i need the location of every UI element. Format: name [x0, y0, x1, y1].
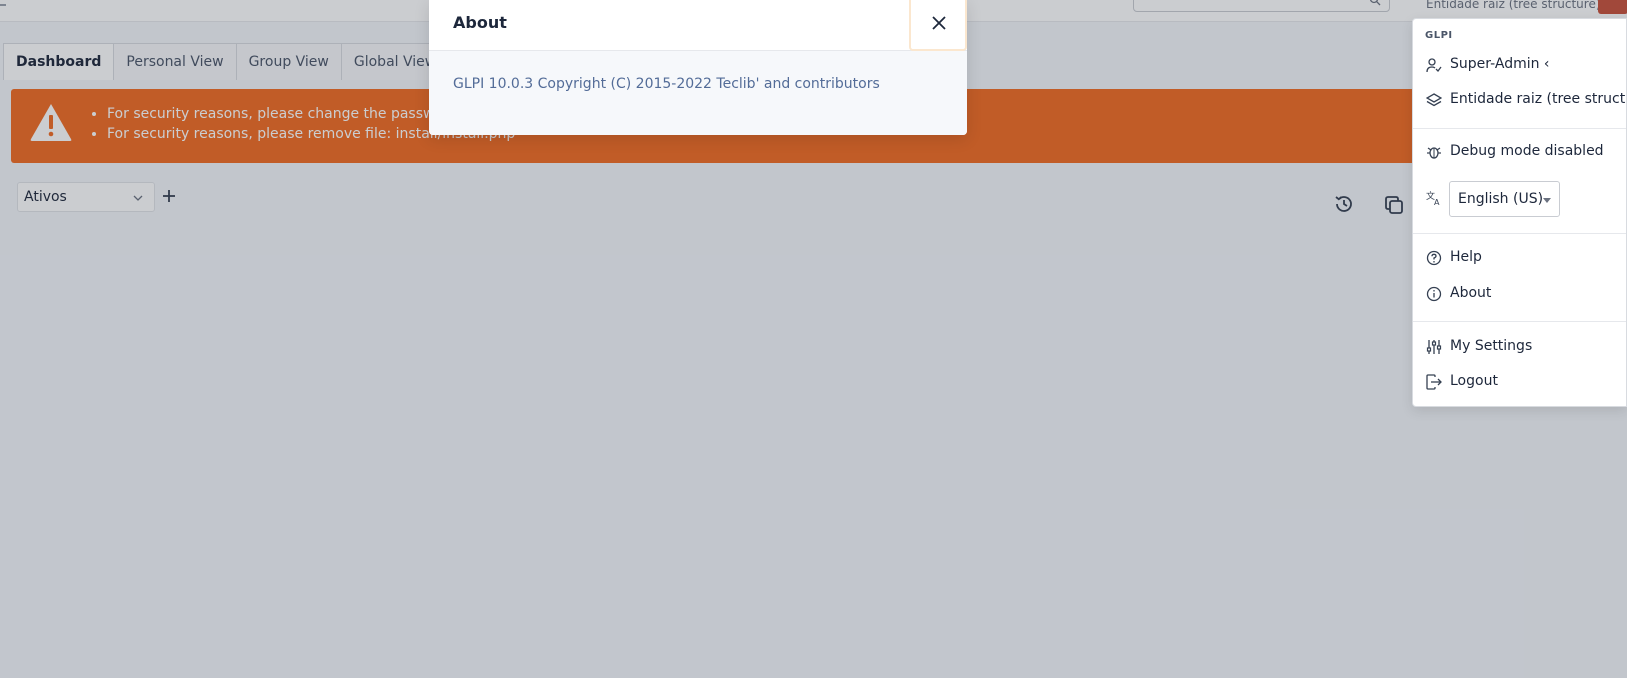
modal-body: GLPI 10.0.3 Copyright (C) 2015-2022 Tecl…	[429, 51, 967, 135]
user-dropdown-menu: GLPI Super-Admin ‹ Entidade raiz (tree s…	[1412, 18, 1627, 407]
menu-header: GLPI	[1425, 30, 1453, 41]
language-icon: 文 A	[1426, 190, 1440, 206]
menu-item-my-settings[interactable]: My Settings	[1413, 330, 1626, 364]
menu-divider	[1413, 321, 1626, 322]
logout-icon	[1426, 374, 1442, 390]
bug-icon	[1427, 147, 1441, 159]
menu-divider	[1413, 233, 1626, 234]
layers-icon	[1426, 93, 1442, 107]
sliders-icon	[1426, 340, 1442, 354]
language-select[interactable]: English (US)	[1449, 181, 1560, 217]
entity-label: Entidade raiz (tree structure)	[1450, 91, 1626, 107]
menu-item-about[interactable]: About	[1413, 277, 1626, 311]
my-settings-label: My Settings	[1450, 338, 1533, 354]
user-check-icon	[1426, 58, 1442, 73]
close-button[interactable]	[909, 0, 967, 51]
close-icon	[932, 16, 946, 30]
debug-label: Debug mode disabled	[1450, 143, 1604, 159]
menu-divider	[1413, 128, 1626, 129]
menu-item-logout[interactable]: Logout	[1413, 365, 1626, 399]
menu-item-profile[interactable]: Super-Admin ‹	[1413, 48, 1626, 82]
help-icon	[1426, 250, 1442, 266]
profile-label: Super-Admin ‹	[1450, 56, 1550, 72]
language-value: English (US)	[1458, 191, 1544, 207]
about-modal: About GLPI 10.0.3 Copyright (C) 2015-202…	[429, 0, 967, 135]
svg-text:A: A	[1434, 198, 1440, 206]
page: Entidade raiz (tree structure) Dashboard…	[0, 0, 1627, 678]
help-label: Help	[1450, 249, 1482, 265]
logout-label: Logout	[1450, 373, 1498, 389]
info-icon	[1426, 286, 1442, 302]
copyright-text: GLPI 10.0.3 Copyright (C) 2015-2022 Tecl…	[453, 76, 880, 92]
caret-down-icon	[1543, 198, 1551, 203]
menu-item-debug[interactable]: Debug mode disabled	[1413, 135, 1626, 169]
menu-item-help[interactable]: Help	[1413, 241, 1626, 275]
modal-header: About	[429, 0, 967, 51]
about-label: About	[1450, 285, 1492, 301]
menu-item-entity[interactable]: Entidade raiz (tree structure)	[1413, 83, 1626, 117]
modal-title: About	[453, 13, 507, 32]
